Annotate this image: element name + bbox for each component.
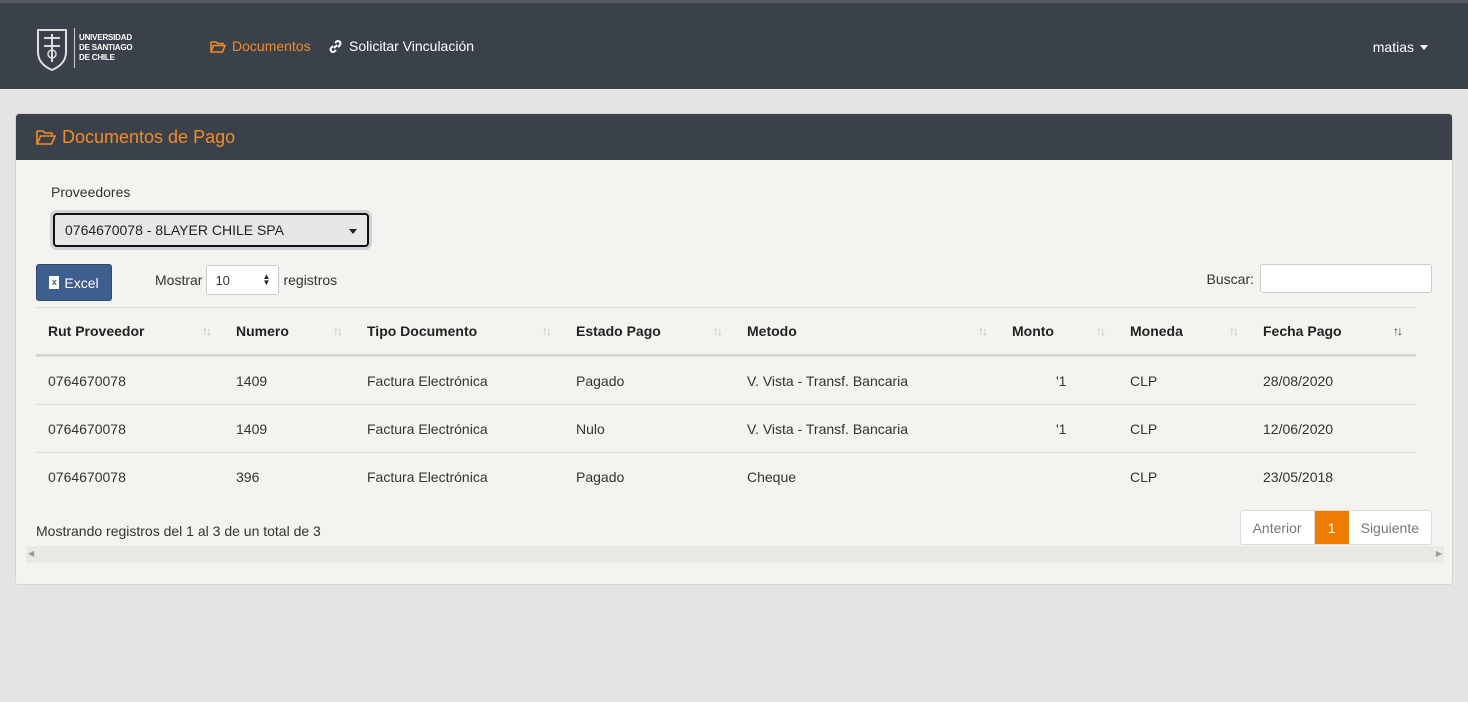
university-crest-icon [37,29,67,72]
table-row[interactable]: 0764670078 1409 Factura Electrónica Nulo… [36,404,1416,452]
sort-icon[interactable]: ↑↓ [978,324,988,338]
pagination: Anterior 1 Siguiente [1239,510,1432,545]
page-length-select[interactable]: 10 ▲ ▼ [206,265,280,295]
sort-icon[interactable]: ↑↓ [1229,324,1239,338]
logo-text: UNIVERSIDAD DE SANTIAGO DE CHILE [79,33,133,63]
folder-open-icon [36,130,56,145]
table-cell: V. Vista - Transf. Bancaria [747,372,909,389]
table-cell: 1409 [236,420,268,437]
table-cell: 28/08/2020 [1263,372,1334,389]
card-title: Documentos de Pago [62,126,236,147]
registros-label: registros [283,272,338,288]
table-cell: 1409 [236,372,268,389]
nav-vinculacion-label: Solicitar Vinculación [349,38,475,54]
logo-line-3: DE CHILE [79,53,115,62]
nav-documentos[interactable]: Documentos [210,38,311,54]
sort-icon[interactable]: ↑↓ [1096,324,1106,338]
user-name: matias [1372,39,1414,55]
page-length-value: 10 [215,272,230,288]
column-header[interactable]: Fecha Pago [1263,308,1342,354]
monto-column-mask [1008,357,1059,404]
proveedores-label: Proveedores [51,184,131,200]
buscar-label: Buscar: [1206,270,1254,287]
table-cell: CLP [1130,468,1158,485]
documentos-table: Rut Proveedor ↑↓ Numero ↑↓ Tipo Document… [36,307,1416,500]
select-arrows-icon: ▲ ▼ [262,272,271,287]
horizontal-scrollbar[interactable]: ◀ ▶ [26,546,1444,563]
table-cell: 396 [236,468,260,485]
nav-documentos-label: Documentos [232,38,311,54]
nav-solicitar-vinculacion[interactable]: Solicitar Vinculación [328,38,474,54]
column-header[interactable]: Numero [236,308,289,354]
table-cell: Factura Electrónica [367,468,488,485]
column-header[interactable]: Tipo Documento [367,308,477,354]
table-cell: 23/05/2018 [1263,468,1334,485]
table-header-row: Rut Proveedor ↑↓ Numero ↑↓ Tipo Document… [36,307,1416,356]
table-cell: Factura Electrónica [367,420,488,437]
table-cell: 0764670078 [48,468,126,485]
table-cell: V. Vista - Transf. Bancaria [747,420,909,437]
table-search: Buscar: [1207,264,1432,293]
scroll-left-icon[interactable]: ◀ [28,549,34,558]
proveedores-selected-value: 0764670078 - 8LAYER CHILE SPA [65,222,284,238]
sort-icon[interactable]: ↑↓ [333,324,343,338]
table-cell: 0764670078 [48,420,126,437]
table-cell: '1 [1056,420,1067,437]
table-cell: 12/06/2020 [1263,420,1334,437]
monto-column-mask [1008,405,1059,452]
table-cell: Nulo [576,420,605,437]
search-input[interactable] [1260,264,1432,293]
caret-down-icon [1420,44,1428,50]
folder-open-icon [210,40,226,53]
logo-divider [74,28,75,68]
table-cell: '1 [1056,372,1067,389]
table-row[interactable]: 0764670078 1409 Factura Electrónica Paga… [36,356,1416,404]
excel-file-icon: x [49,276,60,289]
pagination-page-1[interactable]: 1 [1314,511,1349,544]
column-header[interactable]: Estado Pago [576,308,661,354]
scroll-right-icon[interactable]: ▶ [1436,549,1442,558]
sort-icon[interactable]: ↑↓ [542,324,552,338]
logo-line-2: DE SANTIAGO [79,43,133,52]
table-cell: Cheque [747,468,797,485]
card-header: Documentos de Pago [16,114,1452,160]
top-navbar: UNIVERSIDAD DE SANTIAGO DE CHILE Documen… [0,0,1468,89]
table-cell: Pagado [576,468,625,485]
pagination-previous[interactable]: Anterior [1241,511,1315,544]
excel-export-button[interactable]: x Excel [36,264,112,301]
documentos-card: Documentos de Pago Proveedores 076467007… [15,113,1453,585]
column-header[interactable]: Rut Proveedor [48,308,144,354]
caret-down-icon [349,229,357,234]
mostrar-label: Mostrar [155,272,203,288]
table-row[interactable]: 0764670078 396 Factura Electrónica Pagad… [36,452,1416,500]
page-length-control: Mostrar 10 ▲ ▼ registros [155,265,337,295]
sort-icon[interactable]: ↑↓ [202,324,212,338]
table-info: Mostrando registros del 1 al 3 de un tot… [36,523,321,539]
column-header[interactable]: Moneda [1130,308,1183,354]
proveedores-select[interactable]: 0764670078 - 8LAYER CHILE SPA [53,213,369,247]
excel-button-label: Excel [64,274,99,291]
usach-logo[interactable]: UNIVERSIDAD DE SANTIAGO DE CHILE [34,23,144,73]
column-header[interactable]: Monto [1012,308,1054,354]
table-cell: CLP [1130,420,1158,437]
link-icon [329,39,342,53]
table-cell: Factura Electrónica [367,372,488,389]
column-header[interactable]: Metodo [747,308,797,354]
sort-desc-icon[interactable]: ↑↓ [1393,324,1403,338]
table-cell: Pagado [576,372,625,389]
sort-icon[interactable]: ↑↓ [713,324,723,338]
table-cell: CLP [1130,372,1158,389]
table-cell: 0764670078 [48,372,126,389]
monto-column-mask [1008,453,1059,500]
user-menu[interactable]: matias [1373,39,1428,55]
logo-line-1: UNIVERSIDAD [79,33,132,42]
pagination-next[interactable]: Siguiente [1349,511,1431,544]
